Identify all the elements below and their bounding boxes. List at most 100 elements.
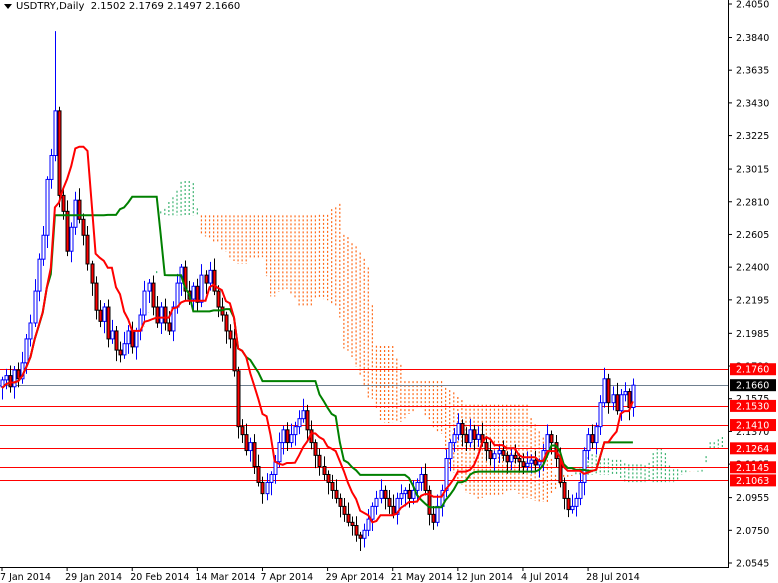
chart-header: USDTRY,Daily 2.1502 2.1769 2.1497 2.1660	[4, 1, 240, 12]
bear-candle	[383, 489, 388, 499]
bull-candle	[69, 226, 74, 252]
bull-candle	[529, 459, 534, 464]
price-tick-label: 2.3015	[736, 165, 769, 176]
bear-candle	[232, 338, 237, 372]
bear-candle	[8, 375, 13, 388]
bear-candle	[224, 314, 229, 332]
bull-candle	[33, 290, 38, 324]
bull-candle	[399, 493, 404, 499]
bull-candle	[570, 505, 575, 511]
price-tick-label: 2.2810	[736, 197, 769, 208]
bull-candle	[175, 282, 180, 308]
bull-candle	[468, 429, 473, 444]
bull-candle	[448, 442, 453, 460]
bull-candle	[269, 473, 274, 483]
bull-candle	[456, 422, 461, 436]
bull-candle	[4, 375, 9, 381]
bear-candle	[330, 481, 335, 491]
bear-candle	[488, 450, 493, 460]
bear-candle	[155, 306, 160, 324]
price-tick-label: 2.3840	[736, 33, 769, 44]
bull-candle	[537, 461, 542, 466]
bear-candle	[484, 442, 489, 452]
time-tick-label: 29 Jan 2014	[65, 572, 122, 583]
ichimoku-cloud	[143, 180, 723, 502]
bull-candle	[12, 369, 17, 388]
level-label: 2.1760	[736, 365, 769, 376]
bull-candle	[159, 306, 164, 324]
bull-candle	[37, 258, 42, 292]
price-tick-label: 2.3635	[736, 66, 769, 77]
bull-candle	[598, 402, 603, 428]
level-label: 2.1145	[736, 463, 769, 474]
bear-candle	[212, 269, 217, 292]
bull-candle	[289, 434, 294, 444]
level-label: 2.1264	[736, 444, 769, 455]
bull-candle	[142, 290, 147, 316]
bear-candle	[285, 429, 290, 444]
ohlc-values: 2.1502 2.1769 2.1497 2.1660	[90, 1, 241, 12]
bull-candle	[24, 338, 29, 364]
bull-candle	[49, 155, 54, 180]
bull-candle	[619, 394, 624, 412]
bull-candle	[525, 462, 530, 468]
bull-candle	[602, 378, 607, 404]
bull-candle	[208, 269, 213, 284]
bear-candle	[521, 461, 526, 468]
bull-candle	[126, 330, 131, 345]
bear-candle	[464, 434, 469, 444]
bull-candle	[419, 473, 424, 483]
bear-candle	[334, 489, 339, 499]
bull-candle	[594, 426, 599, 444]
time-axis: 7 Jan 2014 29 Jan 2014 20 Feb 2014 14 Mar 2…	[0, 567, 640, 583]
bear-candle	[163, 306, 168, 324]
price-tick-label: 2.2605	[736, 230, 769, 241]
bear-candle	[85, 234, 90, 265]
bear-candle	[204, 274, 209, 284]
bear-candle	[236, 370, 241, 428]
bull-candle	[53, 110, 58, 157]
bear-candle	[313, 442, 318, 456]
bull-candle	[102, 306, 107, 322]
bull-candle	[582, 450, 587, 483]
dropdown-triangle-icon[interactable]	[4, 3, 12, 9]
bear-candle	[151, 282, 156, 308]
bear-candle	[81, 218, 86, 236]
candles	[0, 31, 636, 552]
bear-candle	[513, 454, 518, 460]
bear-candle	[256, 466, 261, 483]
bull-candle	[623, 391, 628, 396]
bear-candle	[252, 442, 257, 468]
bear-candle	[533, 459, 538, 466]
bull-candle	[110, 330, 115, 340]
bear-candle	[118, 349, 123, 356]
bear-candle	[90, 263, 95, 284]
bear-candle	[228, 330, 233, 340]
bull-candle	[134, 330, 139, 348]
bull-candle	[147, 282, 152, 292]
bull-candle	[370, 505, 375, 520]
bear-candle	[431, 513, 436, 523]
bull-candle	[415, 481, 420, 491]
level-label: 2.1410	[736, 421, 769, 432]
bull-candle	[366, 518, 371, 531]
bear-candle	[354, 525, 359, 536]
bear-candle	[346, 513, 351, 523]
price-tick-label: 2.1985	[736, 329, 769, 340]
bull-candle	[545, 434, 550, 452]
bull-candle	[293, 426, 298, 436]
bull-candle	[452, 434, 457, 444]
bull-candle	[122, 343, 127, 356]
bear-candle	[260, 481, 265, 495]
bear-candle	[387, 497, 392, 507]
bull-candle	[281, 429, 286, 444]
bear-candle	[549, 434, 554, 444]
bear-candle	[216, 290, 221, 308]
bull-candle	[492, 453, 497, 460]
price-tick-label: 2.3225	[736, 131, 769, 142]
bear-candle	[98, 309, 103, 322]
price-chart[interactable]: 2.4050 2.3840 2.3635 2.3430 2.3225 2.3015 2.28…	[0, 0, 778, 583]
symbol-label: USDTRY,Daily	[16, 1, 85, 12]
bull-candle	[611, 394, 616, 404]
bear-candle	[130, 330, 135, 348]
